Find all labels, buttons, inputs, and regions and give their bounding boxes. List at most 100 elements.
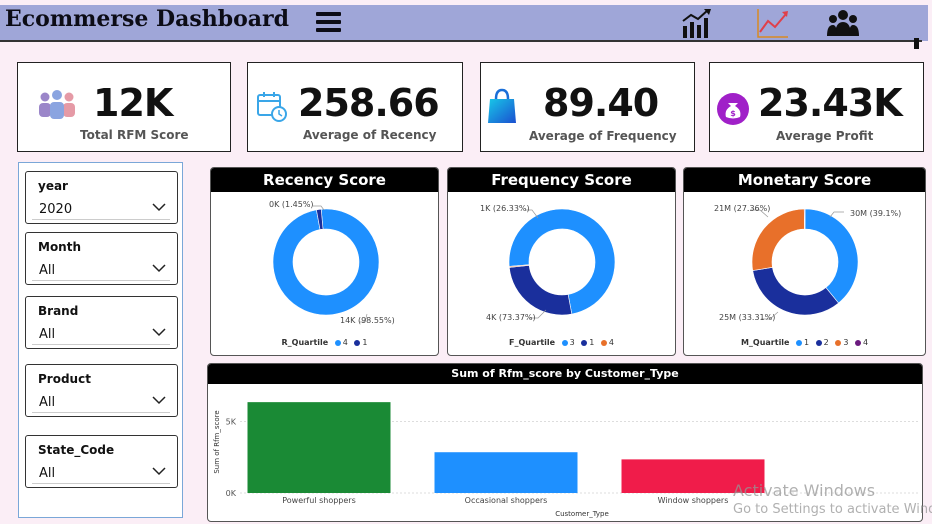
chevron-down-icon: [152, 396, 166, 405]
kpi-card-frequency: 89.40 Average of Frequency: [480, 62, 695, 152]
chevron-down-icon: [152, 203, 166, 212]
chart-legend: R_Quartile 4 1: [211, 338, 438, 347]
chart-title: Monetary Score: [684, 168, 925, 192]
x-axis-title: Customer_Type: [555, 510, 609, 518]
money-bag-icon: $: [717, 93, 749, 125]
slice-label: 21M (27.36%): [714, 204, 771, 213]
slicer-month: Month All: [25, 232, 178, 285]
kpi-label: Average of Recency: [303, 128, 437, 142]
legend-title: F_Quartile: [509, 338, 556, 347]
shopping-bag-icon: [488, 88, 516, 123]
donut-slice-3[interactable]: [751, 208, 805, 271]
kpi-label: Total RFM Score: [80, 128, 189, 142]
slicer-title: State_Code: [38, 443, 115, 457]
watermark-line-2: Go to Settings to activate Windows.: [733, 502, 932, 517]
slicer-title: Product: [38, 372, 91, 386]
slicer-product: Product All: [25, 364, 178, 417]
legend-title: M_Quartile: [740, 338, 790, 347]
legend-item: 4: [862, 338, 869, 347]
y-axis-title: Sum of Rfm_score: [213, 410, 221, 473]
calendar-icon: [257, 92, 287, 122]
brand-dropdown[interactable]: All: [32, 323, 170, 345]
slicer-brand: Brand All: [25, 296, 178, 349]
legend-item: 3: [569, 338, 575, 347]
svg-text:$: $: [730, 109, 736, 118]
chart-legend: F_Quartile 3 1 4: [448, 338, 675, 347]
kpi-value: 12K: [93, 81, 173, 125]
legend-item: 4: [608, 338, 614, 347]
legend-dot: [561, 339, 568, 346]
donut-slice-1[interactable]: [804, 208, 859, 304]
slicer-title: Brand: [38, 304, 79, 318]
slicer-title: Month: [38, 240, 82, 254]
legend-dot: [600, 339, 607, 346]
year-dropdown[interactable]: 2020: [32, 198, 170, 220]
y-tick-label: 0K: [226, 489, 237, 498]
kpi-label: Average of Frequency: [529, 129, 677, 143]
kpi-card-recency: 258.66 Average of Recency: [247, 62, 463, 152]
frequency-donut: [508, 208, 616, 319]
filter-panel: year 2020 Month All Brand All Product Al…: [18, 162, 183, 518]
bar-chart-icon[interactable]: [680, 6, 714, 40]
chevron-down-icon: [152, 264, 166, 273]
slicer-value: All: [39, 466, 56, 481]
chevron-down-icon: [152, 467, 166, 476]
slicer-value: All: [39, 263, 56, 278]
scrollbar-thumb[interactable]: [914, 38, 919, 49]
slice-label: 25M (33.31%): [719, 313, 776, 322]
slicer-value: All: [39, 327, 56, 342]
x-tick-label: Window shoppers: [658, 496, 729, 505]
legend-item: 1: [589, 338, 595, 347]
legend-item: 2: [823, 338, 829, 347]
slicer-title: year: [38, 179, 68, 193]
header-divider: [0, 40, 922, 42]
legend-dot: [581, 339, 588, 346]
bar-occasional-shoppers[interactable]: [434, 452, 578, 493]
trend-up-icon[interactable]: [755, 6, 791, 40]
x-tick-label: Powerful shoppers: [282, 496, 356, 505]
legend-item: 4: [342, 338, 348, 347]
chevron-down-icon: [152, 328, 166, 337]
bar-powerful-shoppers[interactable]: [247, 402, 391, 493]
watermark-line-1: Activate Windows: [733, 481, 876, 500]
slicer-value: All: [39, 395, 56, 410]
slicer-year: year 2020: [25, 171, 178, 224]
legend-dot: [354, 339, 361, 346]
legend-dot: [835, 339, 842, 346]
slicer-value: 2020: [39, 202, 73, 217]
legend-dot: [815, 339, 822, 346]
chart-legend: M_Quartile 1 2 3 4: [684, 338, 925, 347]
dashboard-title: Ecommerse Dashboard: [5, 6, 290, 32]
slice-label: 4K (73.37%): [486, 313, 536, 322]
month-dropdown[interactable]: All: [32, 259, 170, 281]
donut-slice-4[interactable]: [803, 208, 806, 230]
frequency-score-chart: Frequency Score 1K (26.33%) 4K (73.37%) …: [447, 167, 676, 356]
legend-item: 1: [362, 338, 368, 347]
slice-label: 1K (26.33%): [480, 204, 530, 213]
legend-title: R_Quartile: [281, 338, 329, 347]
kpi-card-total-rfm: 12K Total RFM Score: [17, 62, 231, 152]
users-icon[interactable]: [825, 6, 861, 40]
slicer-state-code: State_Code All: [25, 435, 178, 488]
legend-dot: [796, 339, 803, 346]
slice-label: 30M (39.1%): [850, 209, 902, 218]
legend-dot: [334, 339, 341, 346]
donut-slice-4[interactable]: [272, 208, 380, 316]
kpi-card-profit: $ 23.43K Average Profit: [709, 62, 924, 152]
donut-slice-1[interactable]: [508, 265, 573, 316]
x-tick-label: Occasional shoppers: [465, 496, 548, 505]
kpi-value: 23.43K: [758, 81, 903, 125]
product-dropdown[interactable]: All: [32, 391, 170, 413]
legend-dot: [854, 339, 861, 346]
y-tick-label: 5K: [226, 417, 237, 426]
kpi-value: 89.40: [543, 81, 659, 125]
monetary-score-chart: Monetary Score 21M (27.36%) 30M (39.1%) …: [683, 167, 926, 356]
donut-slice-2[interactable]: [752, 267, 839, 316]
slice-label: 14K (98.55%): [340, 316, 395, 325]
chart-title: Sum of Rfm_score by Customer_Type: [208, 364, 922, 384]
menu-icon[interactable]: [316, 12, 341, 34]
state-code-dropdown[interactable]: All: [32, 462, 170, 484]
legend-item: 1: [804, 338, 810, 347]
kpi-label: Average Profit: [776, 129, 874, 143]
people-icon: [39, 90, 75, 119]
